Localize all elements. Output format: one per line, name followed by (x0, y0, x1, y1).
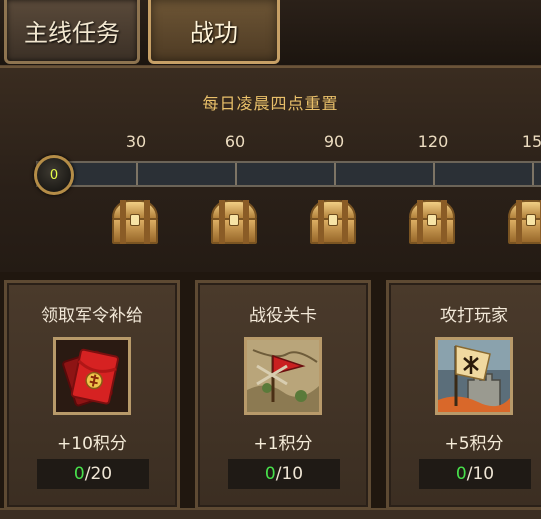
progress-tick: 15 (521, 132, 541, 151)
task-reward: +10积分 (57, 434, 127, 454)
bar-divider (334, 163, 336, 185)
chest-icon[interactable] (211, 200, 257, 244)
chest-icon[interactable] (508, 200, 541, 244)
progress-tick: 120 (417, 132, 449, 151)
attack-castle-icon (435, 337, 513, 415)
task-card[interactable]: 领取军令补给 +10积分 0/20 (4, 280, 180, 510)
task-progress-total: /10 (275, 464, 304, 484)
tab-main-quest[interactable]: 主线任务 (4, 0, 140, 64)
tab-label: 主线任务 (24, 19, 120, 47)
merit-progress-panel: 每日凌晨四点重置 30 60 90 120 15 0 (0, 66, 541, 272)
reset-note: 每日凌晨四点重置 (202, 94, 339, 113)
task-progress-total: /20 (84, 464, 113, 484)
task-progress-done: 0 (264, 464, 276, 484)
chest-icon[interactable] (310, 200, 356, 244)
task-reward: +5积分 (444, 434, 504, 454)
bar-divider (532, 163, 534, 185)
bar-divider (433, 163, 435, 185)
task-progress: 0/10 (228, 459, 340, 489)
progress-tick: 90 (323, 132, 345, 151)
progress-tick: 30 (125, 132, 147, 151)
red-envelope-icon (53, 337, 131, 415)
task-card[interactable]: 战役关卡 +1积分 0/10 (195, 280, 371, 510)
task-progress-done: 0 (455, 464, 467, 484)
tab-label: 战功 (190, 19, 238, 47)
task-progress: 0/20 (37, 459, 149, 489)
task-progress: 0/10 (419, 459, 531, 489)
chest-icon[interactable] (409, 200, 455, 244)
bar-divider (235, 163, 237, 185)
chest-icon[interactable] (112, 200, 158, 244)
task-card[interactable]: 攻打玩家 +5积分 0/10 (386, 280, 541, 510)
task-title: 战役关卡 (249, 306, 317, 326)
progress-tick: 60 (224, 132, 246, 151)
battle-map-icon (244, 337, 322, 415)
next-row-edge (0, 508, 541, 519)
merit-progress-bar (36, 161, 541, 187)
tab-merit[interactable]: 战功 (148, 0, 280, 64)
progress-value-knob: 0 (34, 155, 74, 195)
task-title: 攻打玩家 (440, 306, 508, 326)
task-title: 领取军令补给 (41, 306, 143, 326)
task-reward: +1积分 (253, 434, 313, 454)
task-progress-done: 0 (73, 464, 85, 484)
task-card-list: 领取军令补给 +10积分 0/20 战役关卡 +1积分 0/10 攻打玩家 +5… (0, 272, 541, 519)
bar-divider (136, 163, 138, 185)
task-progress-total: /10 (466, 464, 495, 484)
progress-current-value: 0 (49, 167, 59, 183)
tab-bar: 主线任务 战功 (0, 0, 541, 66)
